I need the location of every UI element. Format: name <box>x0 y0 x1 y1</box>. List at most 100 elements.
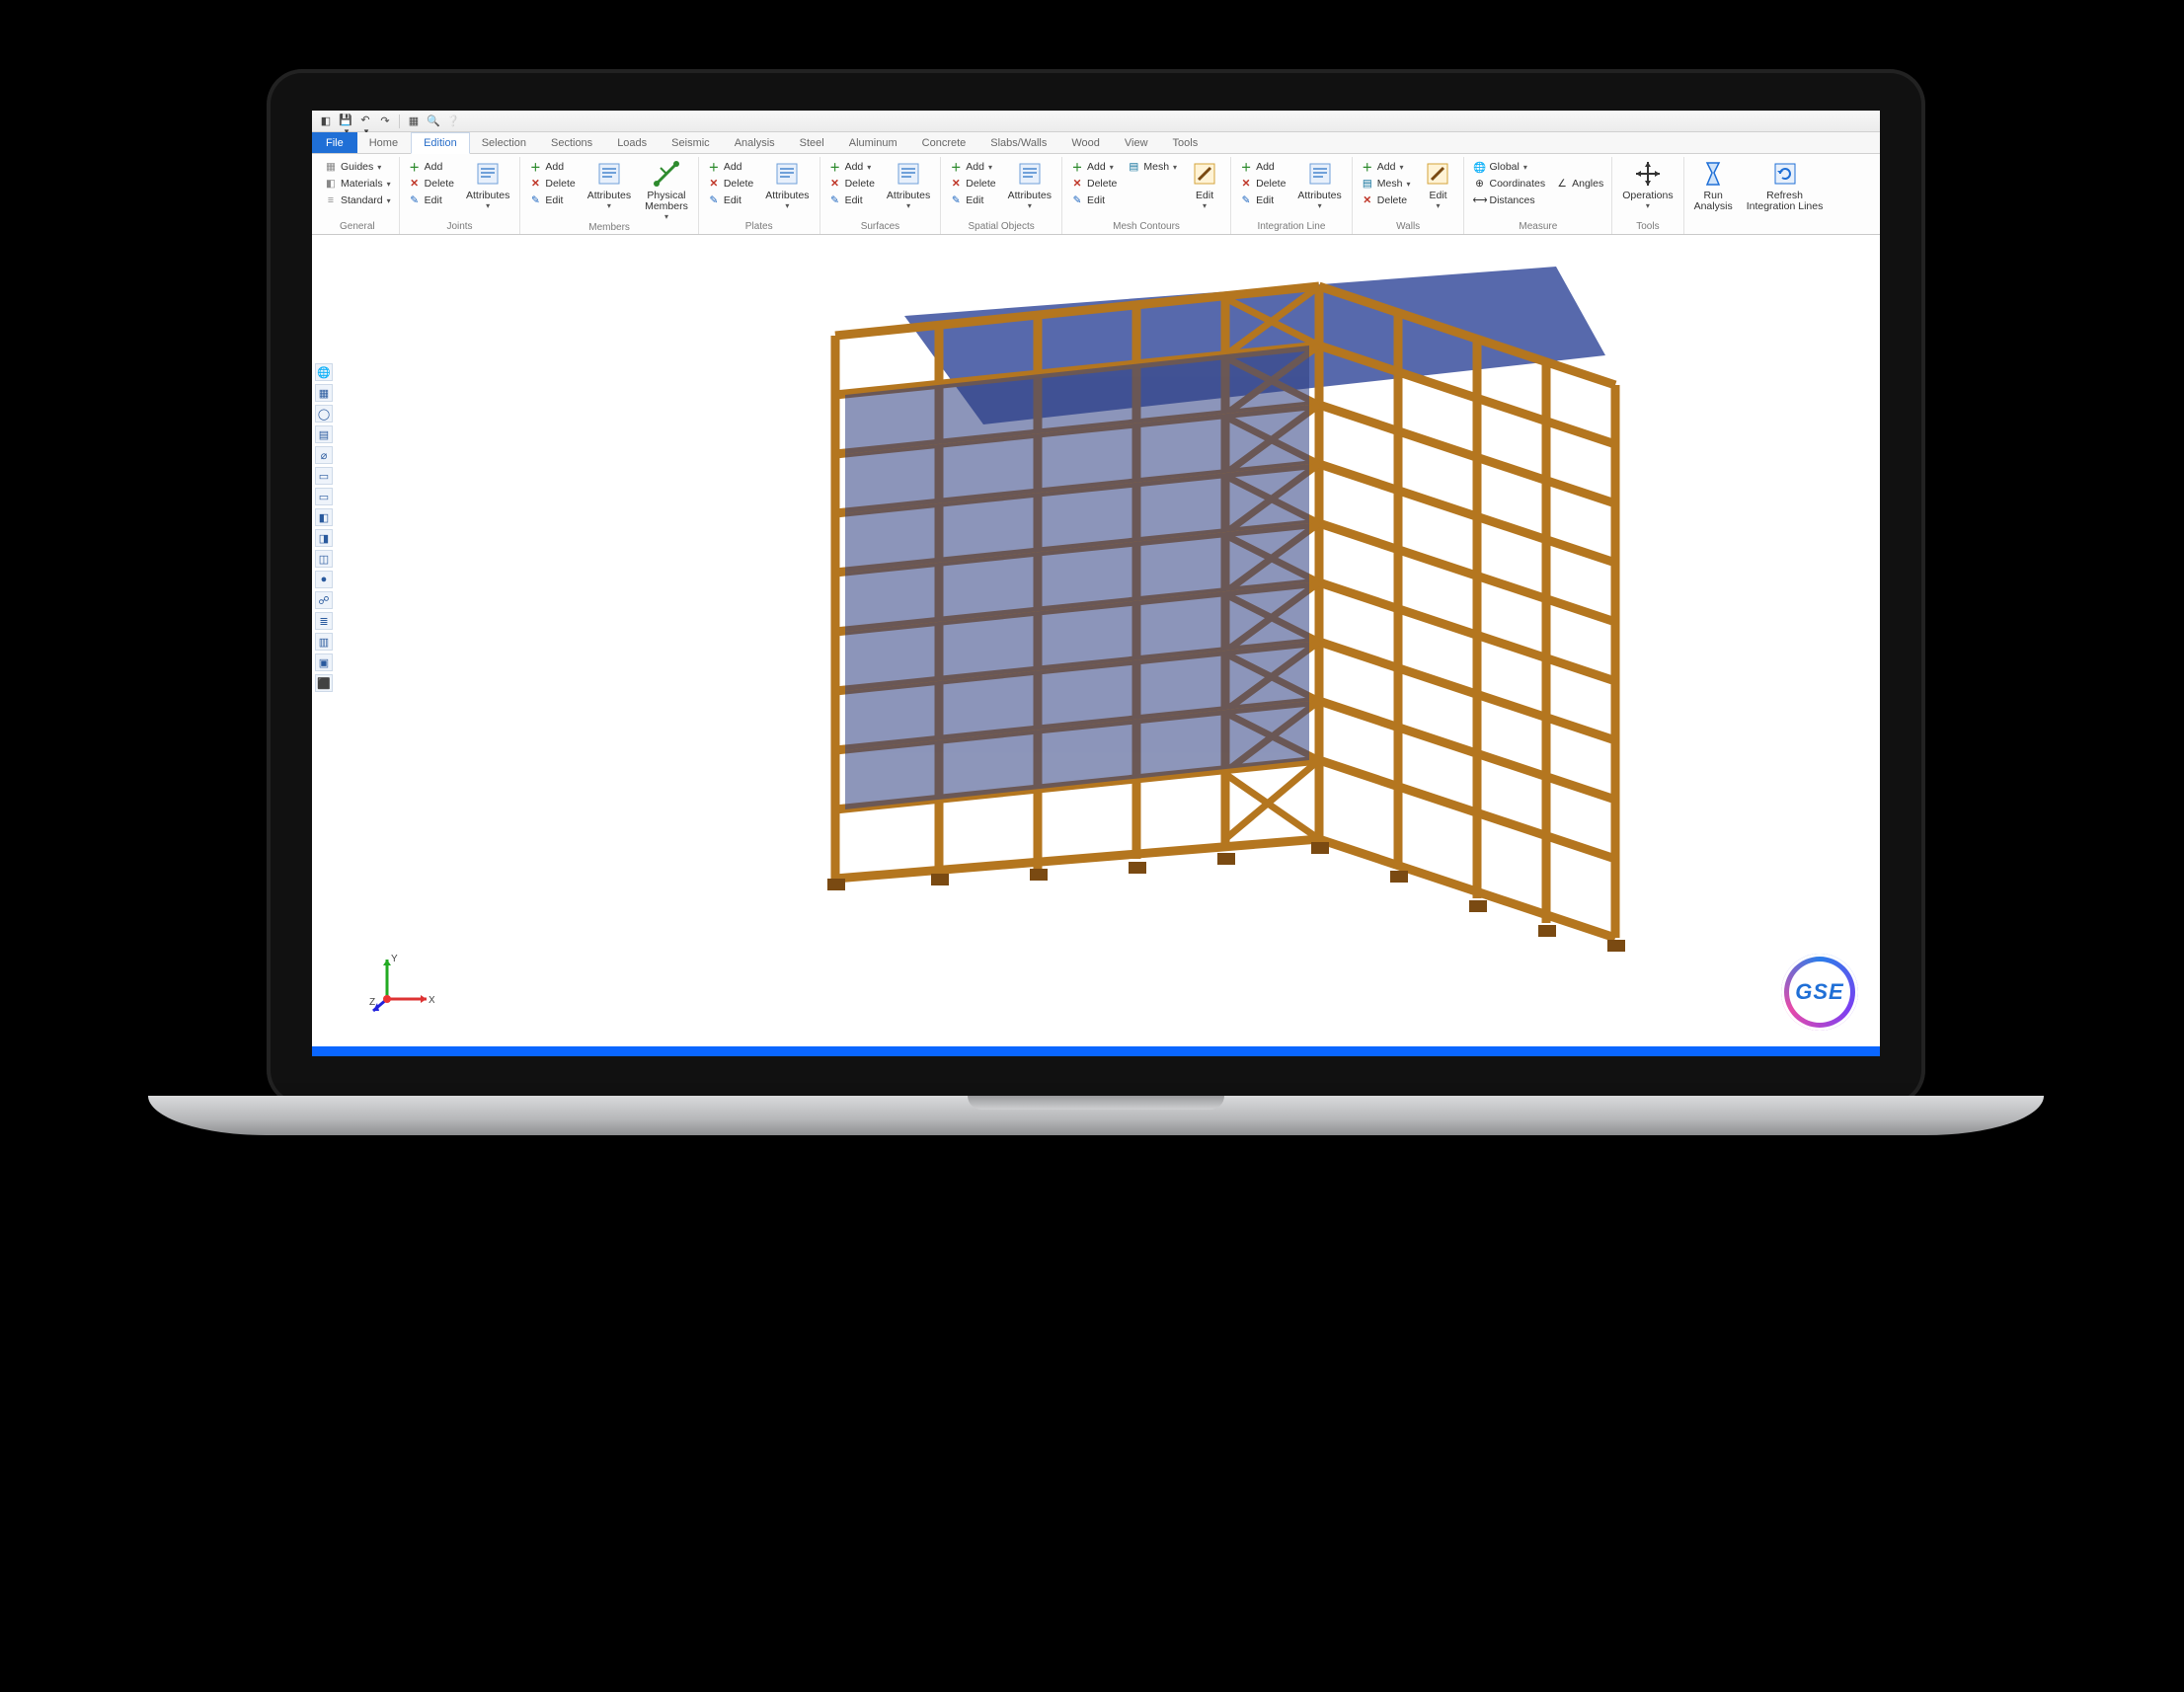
ribbon-group-label: Integration Line <box>1235 220 1348 234</box>
ribbon-standard-button[interactable]: ≡Standard <box>320 192 395 208</box>
vtool-globe-icon[interactable]: 🌐 <box>315 363 333 381</box>
tab-tools[interactable]: Tools <box>1161 132 1211 153</box>
vtool-circle-icon[interactable]: ◯ <box>315 405 333 423</box>
vtool-box-icon[interactable]: ▭ <box>315 467 333 485</box>
qat-help-icon[interactable]: ❔ <box>445 114 461 129</box>
ribbon-mesh-button[interactable]: ▤Mesh <box>1123 159 1181 175</box>
ribbon-delete-button[interactable]: ✕Delete <box>404 176 458 192</box>
ribbon-edit-button[interactable]: ✎Edit <box>404 192 458 208</box>
ribbon-attributes-button[interactable]: Attributes <box>1291 157 1347 210</box>
ribbon-button-label: Materials <box>341 178 383 190</box>
ribbon-guides-button[interactable]: ▦Guides <box>320 159 395 175</box>
ribbon-add-button[interactable]: ＋Add <box>1066 159 1121 175</box>
ribbon-edit-button[interactable]: ✎Edit <box>1066 192 1121 208</box>
qat-save-icon[interactable]: 💾 <box>338 114 353 129</box>
ribbon-add-button[interactable]: ＋Add <box>404 159 458 175</box>
vtool-box-icon[interactable]: ▭ <box>315 488 333 505</box>
refresh-icon <box>1770 159 1800 189</box>
tab-selection[interactable]: Selection <box>470 132 539 153</box>
vtool-layers-icon[interactable]: ▤ <box>315 425 333 443</box>
ribbon-delete-button[interactable]: ✕Delete <box>524 176 579 192</box>
qat-search-icon[interactable]: 🔍 <box>426 114 441 129</box>
ribbon-delete-button[interactable]: ✕Delete <box>703 176 757 192</box>
tab-wood[interactable]: Wood <box>1059 132 1113 153</box>
ribbon-edit-button[interactable]: ✎Edit <box>524 192 579 208</box>
ribbon-global-button[interactable]: 🌐Global <box>1468 159 1549 175</box>
model-canvas[interactable]: 🌐 ▦ ◯ ▤ ⌀ ▭ ▭ ◧ ◨ ◫ ● ☍ ≣ ▥ ▣ ⬛ <box>312 235 1880 1056</box>
ribbon-edit-button[interactable]: ✎Edit <box>945 192 999 208</box>
ribbon-angles-button[interactable]: ∠Angles <box>1551 176 1607 192</box>
ribbon-group-label: Walls <box>1357 220 1460 234</box>
structural-model <box>687 247 1724 1027</box>
ribbon-add-button[interactable]: ＋Add <box>703 159 757 175</box>
vtool-link-icon[interactable]: ☍ <box>315 591 333 609</box>
vtool-mat2-icon[interactable]: ◨ <box>315 529 333 547</box>
ribbon-operations-button[interactable]: Operations <box>1616 157 1678 210</box>
ribbon-delete-button[interactable]: ✕Delete <box>1066 176 1121 192</box>
ribbon-edit-button[interactable]: ✎Edit <box>824 192 879 208</box>
vtool-page-icon[interactable]: ▥ <box>315 633 333 651</box>
tab-home[interactable]: Home <box>357 132 411 153</box>
ribbon-edit-button[interactable]: Edit <box>1416 157 1459 210</box>
ribbon-refresh-integration-lines-button[interactable]: Refresh Integration Lines <box>1741 157 1830 212</box>
ribbon-delete-button[interactable]: ✕Delete <box>1235 176 1289 192</box>
ribbon-physical-members-button[interactable]: Physical Members <box>639 157 694 221</box>
tab-seismic[interactable]: Seismic <box>660 132 723 153</box>
vtool-stop-icon[interactable]: ⬛ <box>315 674 333 692</box>
ribbon-mesh-button[interactable]: ▤Mesh <box>1357 176 1415 192</box>
editbig-icon <box>1190 159 1219 189</box>
ribbon-materials-button[interactable]: ◧Materials <box>320 176 395 192</box>
tab-loads[interactable]: Loads <box>605 132 660 153</box>
ribbon-button-label: Add <box>845 161 864 173</box>
tab-sections[interactable]: Sections <box>539 132 605 153</box>
ribbon-add-button[interactable]: ＋Add <box>945 159 999 175</box>
ribbon-attributes-button[interactable]: Attributes <box>460 157 515 210</box>
qat-undo-icon[interactable]: ↶ <box>357 114 373 129</box>
ribbon-attributes-button[interactable]: Attributes <box>1002 157 1057 210</box>
tab-edition[interactable]: Edition <box>411 132 470 154</box>
laptop-base <box>148 1096 2044 1135</box>
vtool-mat-icon[interactable]: ◧ <box>315 508 333 526</box>
ribbon-add-button[interactable]: ＋Add <box>1357 159 1415 175</box>
vtool-dim-icon[interactable]: ⌀ <box>315 446 333 464</box>
tab-aluminum[interactable]: Aluminum <box>837 132 910 153</box>
attr-icon <box>1015 159 1045 189</box>
vtool-layers2-icon[interactable]: ≣ <box>315 612 333 630</box>
tab-file[interactable]: File <box>312 132 357 153</box>
tab-view[interactable]: View <box>1113 132 1161 153</box>
ribbon-run-analysis-button[interactable]: Run Analysis <box>1688 157 1739 212</box>
vtool-ball-icon[interactable]: ● <box>315 571 333 588</box>
ribbon-distances-button[interactable]: ⟷Distances <box>1468 192 1549 208</box>
editbig-icon <box>1423 159 1452 189</box>
ribbon-edit-button[interactable]: ✎Edit <box>703 192 757 208</box>
ribbon-attributes-button[interactable]: Attributes <box>881 157 936 210</box>
vtool-cube-icon[interactable]: ◫ <box>315 550 333 568</box>
ribbon-coordinates-button[interactable]: ⊕Coordinates <box>1468 176 1549 192</box>
ribbon-group-tools: OperationsTools <box>1612 157 1683 234</box>
ribbon-edit-button[interactable]: Edit <box>1183 157 1226 210</box>
vtool-sel-icon[interactable]: ▣ <box>315 654 333 671</box>
ribbon-button-label: Attributes <box>887 191 930 201</box>
ribbon-add-button[interactable]: ＋Add <box>524 159 579 175</box>
ribbon-delete-button[interactable]: ✕Delete <box>945 176 999 192</box>
ribbon-button-label: Guides <box>341 161 373 173</box>
ribbon-attributes-button[interactable]: Attributes <box>582 157 637 210</box>
ribbon-add-button[interactable]: ＋Add <box>1235 159 1289 175</box>
qat-grid-icon[interactable]: ▦ <box>406 114 422 129</box>
ribbon-attributes-button[interactable]: Attributes <box>759 157 815 210</box>
vtool-grid-icon[interactable]: ▦ <box>315 384 333 402</box>
ribbon-button-label: Edit <box>845 194 863 206</box>
tab-analysis[interactable]: Analysis <box>723 132 788 153</box>
tab-steel[interactable]: Steel <box>788 132 837 153</box>
ribbon-button-label: Add <box>545 161 564 173</box>
tab-concrete[interactable]: Concrete <box>910 132 979 153</box>
ribbon-delete-button[interactable]: ✕Delete <box>824 176 879 192</box>
qat-redo-icon[interactable]: ↷ <box>377 114 393 129</box>
ribbon-delete-button[interactable]: ✕Delete <box>1357 192 1415 208</box>
ribbon-add-button[interactable]: ＋Add <box>824 159 879 175</box>
tab-slabs-walls[interactable]: Slabs/Walls <box>978 132 1059 153</box>
vertical-toolbar: 🌐 ▦ ◯ ▤ ⌀ ▭ ▭ ◧ ◨ ◫ ● ☍ ≣ ▥ ▣ ⬛ <box>314 363 334 692</box>
ribbon-group-label: Surfaces <box>824 220 937 234</box>
ribbon-button-label: Edit <box>1256 194 1274 206</box>
ribbon-edit-button[interactable]: ✎Edit <box>1235 192 1289 208</box>
